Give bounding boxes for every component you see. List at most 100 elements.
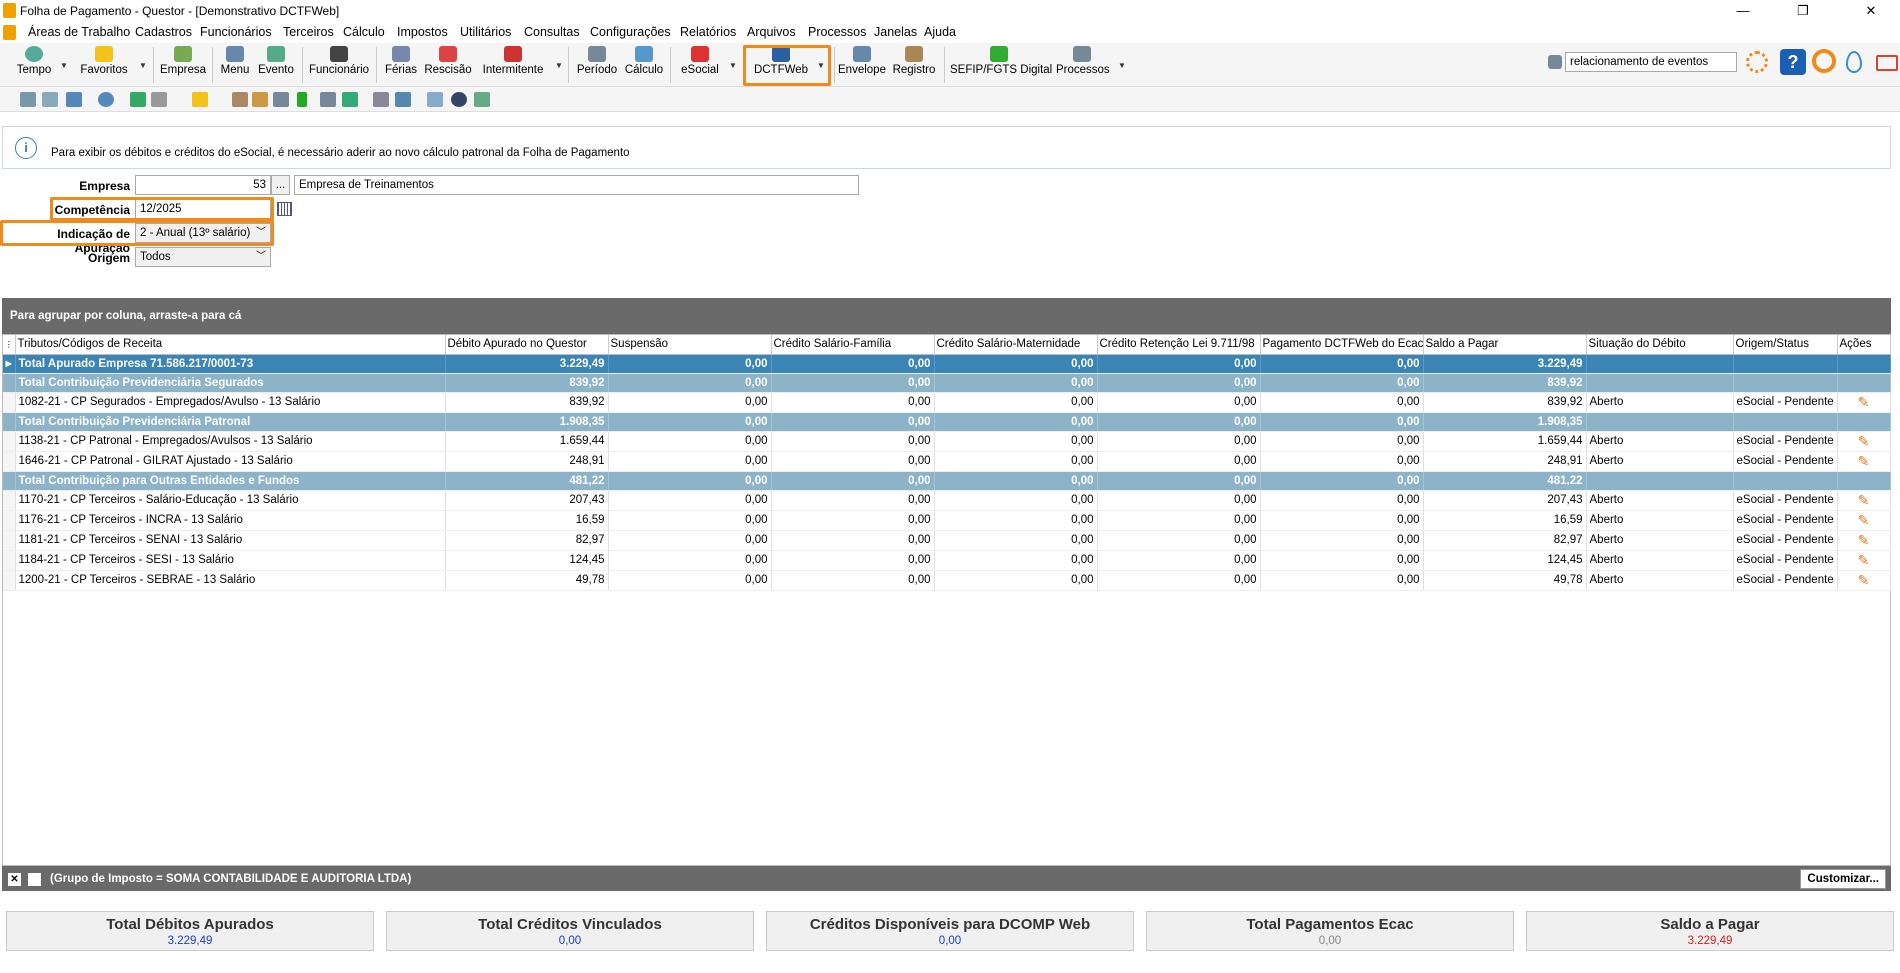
search-q-icon[interactable] bbox=[1812, 49, 1836, 73]
funcionario-button[interactable]: Funcionário bbox=[308, 45, 370, 85]
calculo-button[interactable]: Cálculo bbox=[624, 45, 664, 85]
at-icon[interactable] bbox=[451, 92, 467, 107]
row-selector[interactable] bbox=[3, 530, 16, 551]
row-selector[interactable]: ▶ bbox=[3, 354, 16, 374]
esocial-dropdown-icon[interactable]: ▼ bbox=[729, 61, 737, 70]
minimize-button[interactable]: — bbox=[1720, 0, 1766, 22]
table-total-row[interactable]: Total Contribuição Previdenciária Segura… bbox=[3, 373, 1891, 393]
drop-icon[interactable] bbox=[1846, 51, 1862, 73]
table-row[interactable]: 1646-21 - CP Patronal - GILRAT Ajustado … bbox=[3, 451, 1891, 472]
menu-areas-de-trabalho[interactable]: Áreas de Trabalho bbox=[28, 25, 130, 39]
origem-select[interactable]: Todos ﹀ bbox=[135, 247, 271, 267]
mail-icon[interactable] bbox=[1876, 55, 1898, 71]
row-selector[interactable] bbox=[3, 570, 16, 591]
menu-terceiros[interactable]: Terceiros bbox=[283, 25, 334, 39]
menu-utilitarios[interactable]: Utilitários bbox=[460, 25, 511, 39]
menu-calculo[interactable]: Cálculo bbox=[343, 25, 385, 39]
edit-pencil-icon[interactable]: ✎ bbox=[1858, 453, 1870, 469]
row-selector[interactable] bbox=[3, 510, 16, 531]
next-icon[interactable] bbox=[232, 92, 248, 107]
menu-impostos[interactable]: Impostos bbox=[397, 25, 448, 39]
folder-icon[interactable] bbox=[252, 92, 268, 107]
column-header-debito[interactable]: Débito Apurado no Questor bbox=[445, 335, 609, 355]
favoritos-dropdown-icon[interactable]: ▼ bbox=[139, 61, 147, 70]
sun-icon[interactable] bbox=[1746, 51, 1768, 73]
menu-button[interactable]: Menu bbox=[218, 45, 252, 85]
menu-ajuda[interactable]: Ajuda bbox=[924, 25, 956, 39]
edit-pencil-icon[interactable]: ✎ bbox=[1858, 394, 1870, 410]
grid-play-icon[interactable] bbox=[342, 92, 358, 107]
column-header-suspensao[interactable]: Suspensão bbox=[608, 335, 772, 355]
table-row[interactable]: 1184-21 - CP Terceiros - SESI - 13 Salár… bbox=[3, 550, 1891, 571]
column-header-origem[interactable]: Origem/Status bbox=[1733, 335, 1838, 355]
row-selector[interactable] bbox=[3, 550, 16, 571]
table-row[interactable]: 1181-21 - CP Terceiros - SENAI - 13 Salá… bbox=[3, 530, 1891, 551]
toolbar-search-input[interactable] bbox=[1565, 52, 1737, 72]
intermitente-button[interactable]: Intermitente bbox=[480, 45, 546, 85]
row-selector[interactable] bbox=[3, 431, 16, 452]
export-icon[interactable] bbox=[130, 92, 146, 107]
report-config-icon[interactable] bbox=[395, 92, 411, 107]
favoritos-button[interactable]: Favoritos bbox=[78, 45, 130, 85]
menu-funcionarios[interactable]: Funcionários bbox=[200, 25, 272, 39]
list-icon[interactable] bbox=[42, 92, 58, 107]
registro-button[interactable]: Registro bbox=[892, 45, 936, 85]
table-total-row[interactable]: Total Contribuição para Outras Entidades… bbox=[3, 471, 1891, 491]
edit-pencil-icon[interactable]: ✎ bbox=[1858, 433, 1870, 449]
menu-configuracoes[interactable]: Configurações bbox=[590, 25, 671, 39]
empresa-lookup-button[interactable]: ... bbox=[271, 175, 290, 195]
table-row[interactable]: 1082-21 - CP Segurados - Empregados/Avul… bbox=[3, 392, 1891, 413]
anchor-icon[interactable] bbox=[66, 92, 82, 107]
column-header-acoes[interactable]: Ações bbox=[1837, 335, 1891, 355]
empresa-code-input[interactable]: 53 bbox=[135, 175, 271, 195]
edit-pencil-icon[interactable]: ✎ bbox=[1858, 532, 1870, 548]
column-chooser-icon[interactable]: ⋮ bbox=[3, 335, 16, 355]
back-icon[interactable] bbox=[20, 92, 36, 107]
menu-consultas[interactable]: Consultas bbox=[524, 25, 580, 39]
print-icon[interactable] bbox=[151, 92, 167, 107]
processos-dropdown-icon[interactable]: ▼ bbox=[1118, 61, 1126, 70]
close-button[interactable]: ✕ bbox=[1848, 0, 1894, 22]
column-header-tributos[interactable]: Tributos/Códigos de Receita bbox=[15, 335, 446, 355]
edit-pencil-icon[interactable]: ✎ bbox=[1858, 512, 1870, 528]
ferias-button[interactable]: Férias bbox=[382, 45, 420, 85]
play-icon[interactable] bbox=[297, 92, 307, 107]
menu-janelas[interactable]: Janelas bbox=[874, 25, 917, 39]
envelope-button[interactable]: Envelope bbox=[838, 45, 886, 85]
evento-button[interactable]: Evento bbox=[256, 45, 296, 85]
group-by-panel[interactable]: Para agrupar por coluna, arraste-a para … bbox=[2, 298, 1891, 334]
row-selector[interactable] bbox=[3, 412, 16, 432]
processos-button[interactable]: Processos bbox=[1056, 45, 1110, 85]
zoom-icon[interactable] bbox=[427, 92, 443, 107]
link-icon[interactable] bbox=[474, 92, 490, 107]
esocial-button[interactable]: eSocial bbox=[676, 45, 724, 85]
column-header-situacao[interactable]: Situação do Débito bbox=[1586, 335, 1734, 355]
row-selector[interactable] bbox=[3, 392, 16, 413]
rescisao-button[interactable]: Rescisão bbox=[424, 45, 472, 85]
report-icon[interactable] bbox=[373, 92, 389, 107]
row-selector[interactable] bbox=[3, 373, 16, 393]
help-icon[interactable]: ? bbox=[1780, 49, 1806, 75]
menu-relatorios[interactable]: Relatórios bbox=[680, 25, 736, 39]
menu-cadastros[interactable]: Cadastros bbox=[135, 25, 192, 39]
table-row[interactable]: 1138-21 - CP Patronal - Empregados/Avuls… bbox=[3, 431, 1891, 452]
menu-processos[interactable]: Processos bbox=[808, 25, 866, 39]
intermitente-dropdown-icon[interactable]: ▼ bbox=[555, 61, 563, 70]
table-total-row[interactable]: Total Contribuição Previdenciária Patron… bbox=[3, 412, 1891, 432]
maximize-button[interactable]: ❐ bbox=[1780, 0, 1826, 22]
table-row[interactable]: 1176-21 - CP Terceiros - INCRA - 13 Salá… bbox=[3, 510, 1891, 531]
save-icon[interactable] bbox=[273, 92, 289, 107]
edit-pencil-icon[interactable]: ✎ bbox=[1858, 492, 1870, 508]
row-selector[interactable] bbox=[3, 471, 16, 491]
periodo-button[interactable]: Período bbox=[574, 45, 620, 85]
row-selector[interactable] bbox=[3, 451, 16, 472]
favorite-star-icon[interactable] bbox=[192, 92, 208, 107]
column-header-pagamento[interactable]: Pagamento DCTFWeb do Ecac bbox=[1260, 335, 1424, 355]
clear-filter-icon[interactable]: ✕ bbox=[8, 873, 21, 886]
column-header-saldo[interactable]: Saldo a Pagar bbox=[1423, 335, 1587, 355]
empresa-button[interactable]: Empresa bbox=[160, 45, 206, 85]
edit-pencil-icon[interactable]: ✎ bbox=[1858, 572, 1870, 588]
customize-button[interactable]: Customizar... bbox=[1800, 869, 1886, 889]
column-header-salario-maternidade[interactable]: Crédito Salário-Maternidade bbox=[934, 335, 1098, 355]
filter-checkbox[interactable] bbox=[28, 873, 41, 886]
